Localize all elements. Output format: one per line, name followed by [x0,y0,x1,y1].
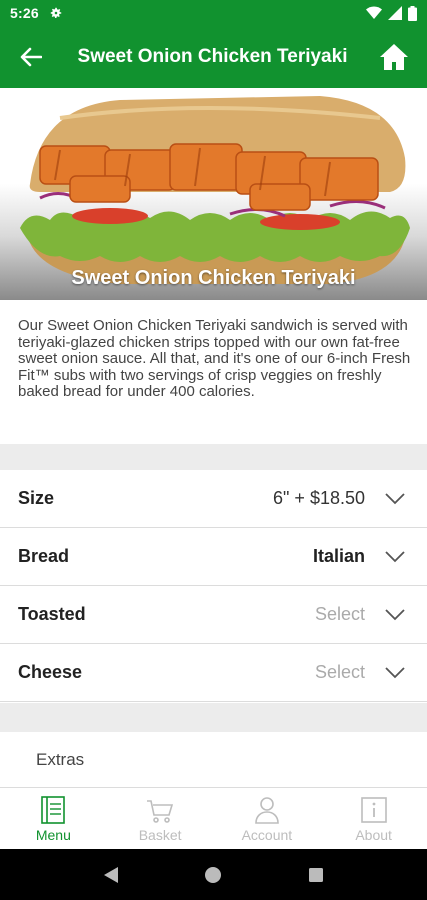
menu-icon [41,795,66,824]
app-bar: Sweet Onion Chicken Teriyaki [0,26,427,88]
cheese-option[interactable]: Cheese Select [0,644,427,702]
home-button[interactable] [371,34,417,80]
product-hero: Sweet Onion Chicken Teriyaki [0,88,427,300]
nav-label: About [355,826,392,843]
nav-about[interactable]: About [320,788,427,849]
bottom-nav: Menu Basket Account About [0,787,427,849]
bread-option[interactable]: Bread Italian [0,528,427,586]
product-description: Our Sweet Onion Chicken Teriyaki sandwic… [18,317,411,401]
signal-icon [388,6,402,20]
option-value: Select [314,604,365,624]
nav-label: Menu [35,826,71,843]
info-icon [360,796,387,823]
circle-home-icon [205,866,222,883]
settings-icon [50,7,62,19]
triangle-back-icon [104,866,119,883]
section-divider [0,703,427,732]
nav-basket[interactable]: Basket [107,788,214,849]
size-option[interactable]: Size 6" + $18.50 [0,470,427,528]
status-right-icons [366,5,417,21]
status-bar: 5:26 [0,0,427,26]
system-nav-bar [0,849,427,900]
section-divider [0,444,427,470]
toasted-option[interactable]: Toasted Select [0,586,427,644]
option-value: Select [314,662,365,682]
chevron-down-icon [385,550,405,562]
option-value: Italian [312,546,365,566]
option-label: Size [18,488,55,508]
extras-row[interactable]: Extras [0,732,427,787]
wifi-icon [366,6,382,19]
back-button[interactable] [8,34,54,80]
square-recents-icon [308,867,323,882]
battery-icon [408,5,417,21]
chevron-down-icon [385,666,405,678]
status-time: 5:26 [10,5,39,21]
basket-icon [147,799,174,823]
system-home-button[interactable] [201,863,225,887]
nav-account[interactable]: Account [214,788,321,849]
page-title: Sweet Onion Chicken Teriyaki [77,46,348,67]
chevron-down-icon [385,492,405,504]
nav-label: Account [241,826,293,843]
system-back-button[interactable] [99,863,123,887]
account-icon [255,796,279,824]
back-arrow-icon [20,47,42,67]
extras-label: Extras [36,749,85,769]
option-label: Bread [18,546,70,566]
nav-menu[interactable]: Menu [0,788,107,849]
option-label: Cheese [18,662,83,682]
option-label: Toasted [18,604,86,624]
system-recents-button[interactable] [304,863,328,887]
chevron-down-icon [385,608,405,620]
home-icon [380,44,408,70]
hero-caption: Sweet Onion Chicken Teriyaki [71,267,356,289]
nav-label: Basket [138,826,182,843]
option-value: 6" + $18.50 [273,488,365,508]
